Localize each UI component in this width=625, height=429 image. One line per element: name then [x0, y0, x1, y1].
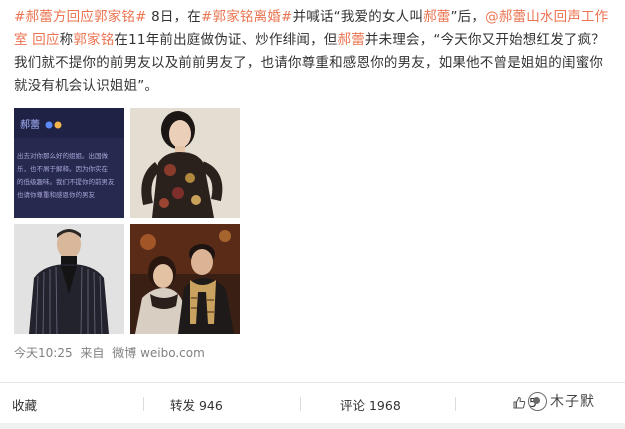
svg-text:也请你尊重和感恩你的男友: 也请你尊重和感恩你的男友: [17, 190, 96, 199]
watermark-text: 木子默: [550, 394, 595, 410]
separator: [455, 397, 456, 411]
highlight-hao-lei: 郝蕾: [337, 32, 365, 48]
photo-screenshot-text[interactable]: 郝蕾 出去对你那么好的姐姐。出国做 乐，也不屑于解释。因为你实在 的低级趣味。我…: [14, 108, 124, 218]
weibo-post: #郝蕾方回应郭家铭# 8日，在#郭家铭离婚#并喊话“我爱的女人叫郝蕾”后，@郝蕾…: [14, 6, 612, 98]
post-source[interactable]: 微博 weibo.com: [112, 346, 205, 360]
text-segment: ”后，: [450, 9, 486, 25]
text-segment: 称: [59, 32, 74, 48]
svg-text:乐，也不屑于解释。因为你实在: 乐，也不屑于解释。因为你实在: [17, 164, 109, 173]
topic-segment[interactable]: 离婚#: [254, 9, 293, 25]
photo-man-pinstripe-suit[interactable]: [14, 224, 124, 334]
svg-text:郝蕾: 郝蕾: [20, 118, 40, 131]
post-text: #郝蕾方回应郭家铭# 8日，在#郭家铭离婚#并喊话“我爱的女人叫郝蕾”后，@郝蕾…: [14, 6, 612, 98]
bottom-edge: [0, 423, 625, 429]
text-segment: 并喊话“我爱的女人叫: [292, 9, 424, 25]
thumbs-up-icon: [513, 396, 526, 409]
response-link[interactable]: 回应: [28, 32, 60, 48]
topic-tag-hao-lei-response[interactable]: #郝蕾方回应郭家铭#: [14, 9, 147, 25]
highlight-guo-jiaming: 郭家铭: [73, 32, 115, 48]
photo-woman-floral-dress-image: [130, 108, 240, 218]
photo-man-pinstripe-suit-image: [14, 224, 124, 334]
photo-couple-scarf[interactable]: [130, 224, 240, 334]
photo-woman-floral-dress[interactable]: [130, 108, 240, 218]
post-meta: 今天10:25 来自 微博 weibo.com: [14, 344, 209, 361]
mention-segment[interactable]: @郝蕾: [485, 9, 526, 25]
watermark: 木子默: [528, 391, 595, 411]
highlight-hao-lei: 郝蕾: [423, 9, 451, 25]
watermark-logo-icon: [528, 391, 547, 411]
post-time[interactable]: 今天10:25: [14, 346, 73, 360]
photo-couple-scarf-image: [130, 224, 240, 334]
svg-text:出去对你那么好的姐姐。出国做: 出去对你那么好的姐姐。出国做: [17, 151, 109, 160]
comment-button[interactable]: 评论 1968: [340, 395, 401, 414]
forward-button[interactable]: 转发 946: [170, 395, 223, 414]
favorite-button[interactable]: 收藏: [12, 395, 37, 414]
text-segment: 8日，在: [146, 9, 202, 25]
svg-text:的低级趣味。我们不提你的前男友: 的低级趣味。我们不提你的前男友: [17, 177, 115, 186]
separator: [143, 397, 144, 411]
topic-tag-guo-jiaming-divorce[interactable]: #郭家铭离婚#: [201, 9, 293, 25]
text-segment: 在11年前出庭做伪证、炒作绯闻，但: [114, 32, 338, 48]
photo-grid: 郝蕾 出去对你那么好的姐姐。出国做 乐，也不屑于解释。因为你实在 的低级趣味。我…: [14, 108, 240, 336]
topic-segment[interactable]: #郭家铭: [201, 9, 254, 25]
post-from-label: 来自: [80, 346, 105, 360]
separator: [300, 397, 301, 411]
photo-screenshot-text-image: 郝蕾 出去对你那么好的姐姐。出国做 乐，也不屑于解释。因为你实在 的低级趣味。我…: [14, 108, 124, 218]
